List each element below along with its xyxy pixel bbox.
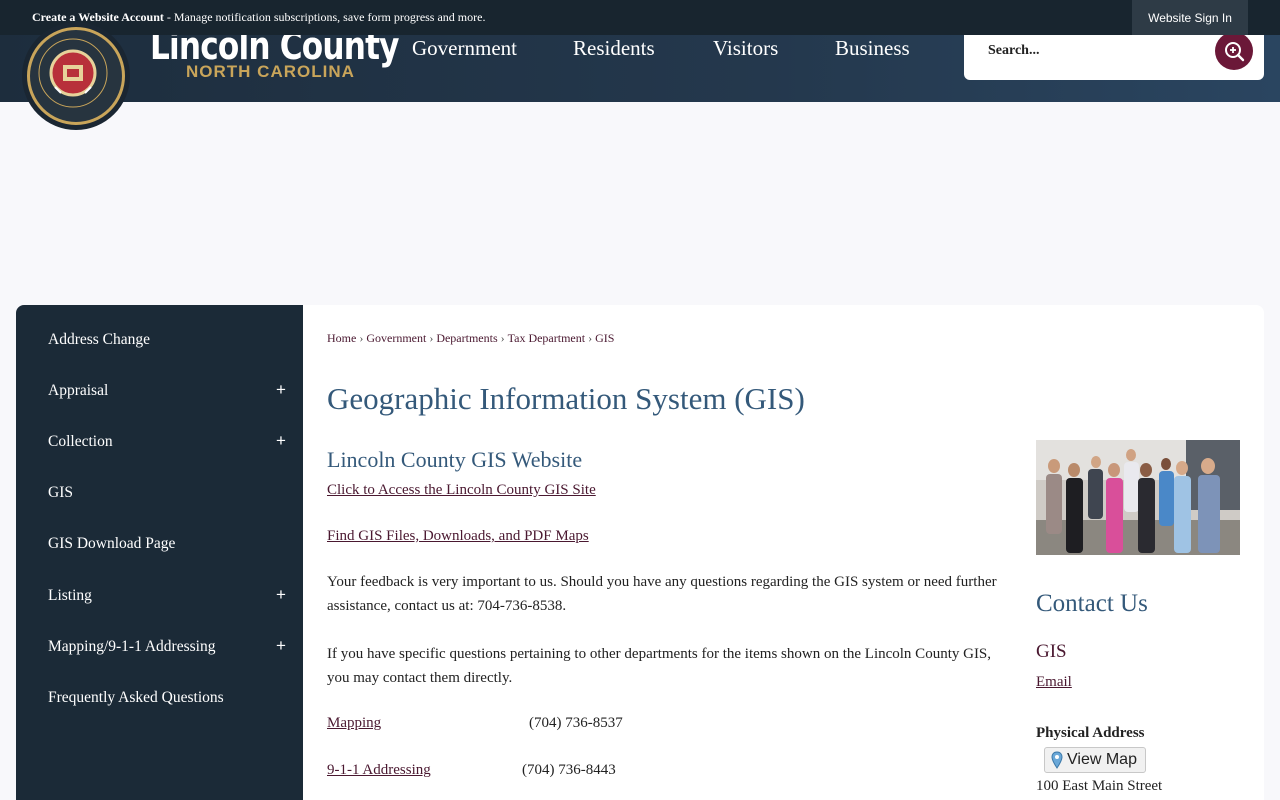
account-message[interactable]: Create a Website Account - Manage notifi…: [32, 10, 485, 25]
map-pin-icon: [1051, 751, 1063, 769]
team-photo-image: [1036, 440, 1240, 555]
addressing-phone: (704) 736-8443: [522, 762, 616, 778]
section-heading: Lincoln County GIS Website: [327, 447, 583, 472]
side-navigation: Address Change Appraisal + Collection + …: [16, 305, 303, 800]
departments-paragraph: If you have specific questions pertainin…: [327, 646, 992, 686]
expand-listing-icon[interactable]: +: [276, 586, 286, 603]
breadcrumb-home[interactable]: Home: [327, 331, 356, 345]
sidebar-item-gis-download[interactable]: GIS Download Page: [48, 535, 175, 553]
view-map-label: View Map: [1067, 751, 1137, 768]
account-message-text: - Manage notification subscriptions, sav…: [163, 10, 486, 24]
contact-department: GIS: [1036, 641, 1067, 662]
sidebar-item-faq[interactable]: Frequently Asked Questions: [48, 689, 224, 707]
sidebar-item-gis[interactable]: GIS: [48, 484, 73, 502]
seal-ring: [27, 27, 125, 125]
breadcrumb-current: GIS: [595, 331, 615, 345]
breadcrumb-separator: ›: [500, 331, 505, 345]
sidebar-item-collection[interactable]: Collection: [48, 433, 113, 451]
addressing-link[interactable]: 9-1-1 Addressing: [327, 762, 431, 779]
expand-appraisal-icon[interactable]: +: [276, 381, 286, 398]
mapping-phone: (704) 736-8537: [529, 715, 623, 731]
brand-subtitle: NORTH CAROLINA: [186, 62, 355, 81]
sidebar-item-address-change[interactable]: Address Change: [48, 331, 150, 349]
nav-visitors[interactable]: Visitors: [713, 36, 778, 61]
gis-team-photo: [1036, 440, 1240, 555]
nav-business[interactable]: Business: [835, 36, 910, 61]
county-seal-logo[interactable]: [22, 22, 130, 130]
gis-site-link[interactable]: Click to Access the Lincoln County GIS S…: [327, 482, 596, 499]
breadcrumb-separator: ›: [429, 331, 434, 345]
sidebar-item-mapping-addressing[interactable]: Mapping/9-1-1 Addressing: [48, 638, 215, 656]
physical-address-label: Physical Address: [1036, 725, 1145, 741]
site-header: Create a Website Account - Manage notifi…: [0, 0, 1280, 130]
search-button[interactable]: [1215, 32, 1253, 70]
search-input[interactable]: [986, 36, 1210, 66]
feedback-paragraph: Your feedback is very important to us. S…: [327, 574, 997, 614]
contact-email-link[interactable]: Email: [1036, 674, 1072, 691]
breadcrumb: Home › Government › Departments › Tax Departme…: [327, 331, 614, 346]
nav-residents[interactable]: Residents: [573, 36, 655, 61]
create-account-link[interactable]: Create a Website Account: [32, 10, 164, 24]
breadcrumb-government[interactable]: Government: [366, 331, 426, 345]
seal-artwork: [38, 38, 108, 108]
sidebar-item-listing[interactable]: Listing: [48, 587, 92, 605]
sign-in-button[interactable]: Website Sign In: [1132, 0, 1248, 35]
search-icon: [1225, 42, 1245, 62]
breadcrumb-separator: ›: [588, 331, 593, 345]
sidebar-item-appraisal[interactable]: Appraisal: [48, 382, 108, 400]
breadcrumb-tax-department[interactable]: Tax Department: [508, 331, 585, 345]
nav-government[interactable]: Government: [412, 36, 517, 61]
breadcrumb-departments[interactable]: Departments: [436, 331, 497, 345]
breadcrumb-separator: ›: [359, 331, 364, 345]
account-bar: Create a Website Account - Manage notifi…: [0, 0, 1280, 35]
view-map-button[interactable]: View Map: [1044, 747, 1146, 773]
page-title: Geographic Information System (GIS): [327, 381, 805, 416]
contact-us-heading: Contact Us: [1036, 590, 1148, 617]
expand-mapping-icon[interactable]: +: [276, 637, 286, 654]
mapping-link[interactable]: Mapping: [327, 715, 381, 732]
gis-downloads-link[interactable]: Find GIS Files, Downloads, and PDF Maps: [327, 528, 589, 545]
expand-collection-icon[interactable]: +: [276, 432, 286, 449]
main-content: Home › Government › Departments › Tax Departme…: [303, 305, 1264, 800]
street-address: 100 East Main Street: [1036, 778, 1163, 794]
